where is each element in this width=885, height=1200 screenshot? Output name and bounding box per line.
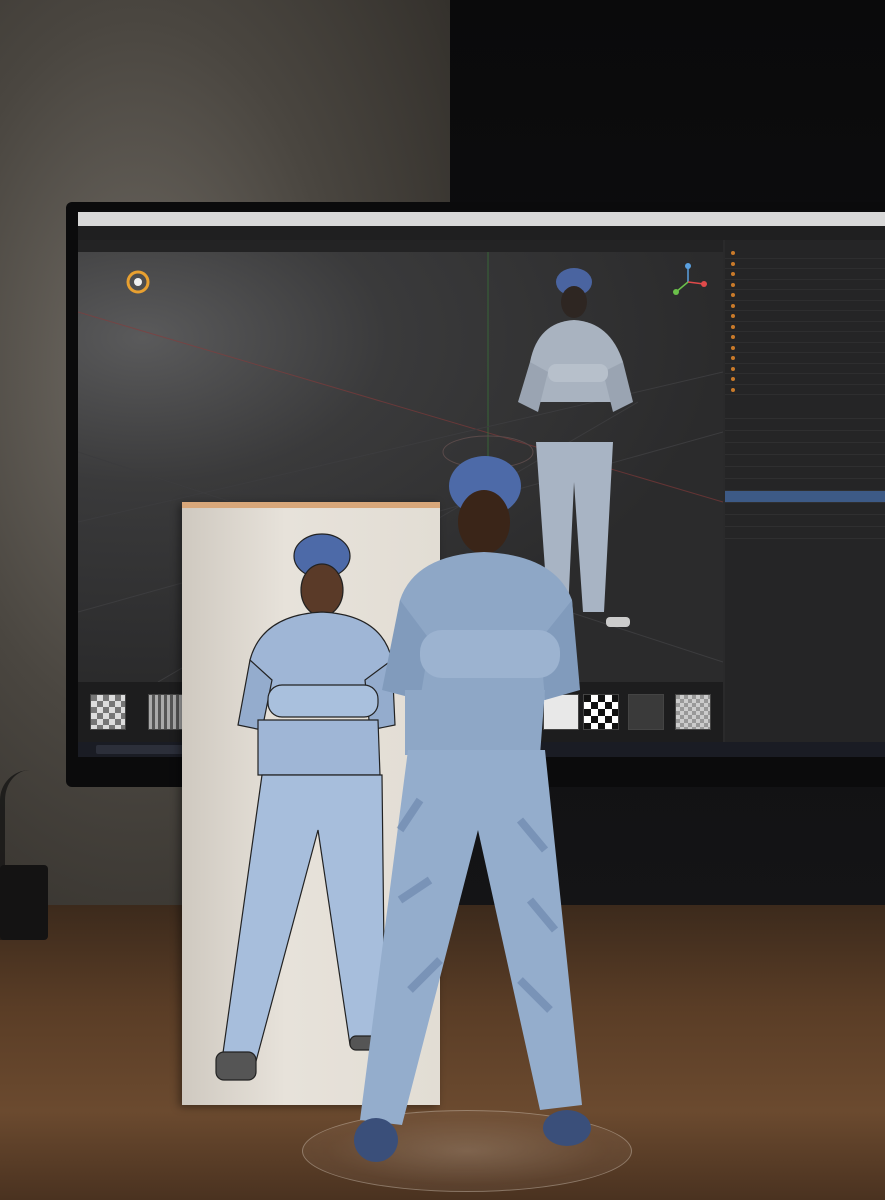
figurine	[354, 456, 591, 1162]
